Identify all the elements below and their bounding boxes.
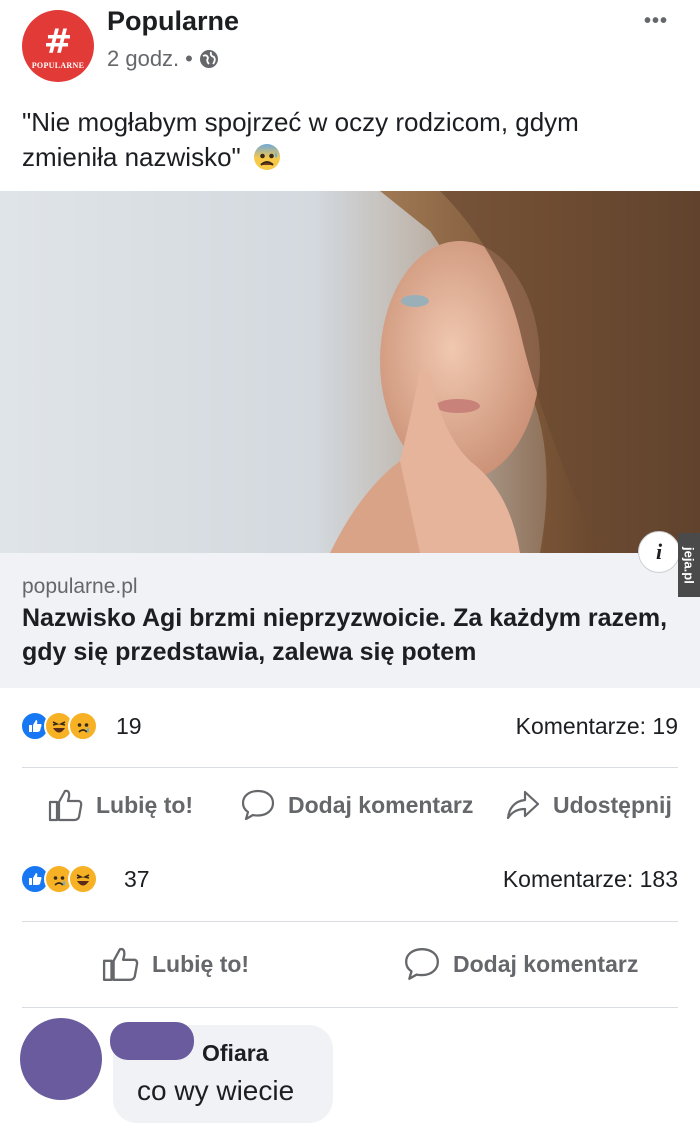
post-header: # POPULARNE Popularne 2 godz. • •••: [0, 0, 700, 95]
reactions-summary[interactable]: 19 Komentarze: 19: [0, 707, 700, 747]
link-preview[interactable]: i popularne.pl Nazwisko Agi brzmi nieprz…: [0, 531, 700, 688]
reaction-count-second: 37: [124, 866, 150, 892]
watermark: jeja.pl: [678, 533, 700, 597]
haha-reaction-icon: [68, 864, 98, 894]
thumbs-up-icon: [102, 947, 139, 981]
reactions-summary-second[interactable]: 37 Komentarze: 183: [0, 860, 700, 900]
like-button-second[interactable]: Lubię to!: [102, 946, 249, 982]
like-button-label: Lubię to!: [152, 950, 250, 977]
comment-button[interactable]: Dodaj komentarz: [240, 788, 473, 822]
page-name[interactable]: Popularne: [107, 6, 239, 37]
sad-reaction-icon: [68, 711, 98, 741]
comment-button-second[interactable]: Dodaj komentarz: [403, 946, 638, 982]
comment-text: co wy wiecie: [137, 1075, 295, 1106]
reaction-count: 19: [116, 713, 142, 739]
link-title[interactable]: Nazwisko Agi brzmi nieprzyzwoicie. Za ka…: [22, 601, 672, 669]
meta-separator: •: [185, 46, 193, 71]
comment-bubble-icon: [241, 789, 275, 821]
comment-button-label: Dodaj komentarz: [453, 950, 639, 977]
share-button[interactable]: Udostępnij: [505, 788, 672, 822]
link-domain: popularne.pl: [22, 575, 138, 598]
reaction-icons-second: [20, 864, 98, 894]
commenter-avatar-redacted[interactable]: [20, 1018, 102, 1100]
like-button-label: Lubię to!: [96, 791, 194, 818]
comment-button-label: Dodaj komentarz: [288, 791, 474, 818]
comment-count-second[interactable]: Komentarze: 183: [503, 866, 678, 893]
post-time[interactable]: 2 godz.: [107, 46, 179, 72]
globe-icon: [199, 50, 218, 68]
post-image[interactable]: [0, 191, 700, 553]
divider: [22, 767, 678, 768]
comment-author[interactable]: Ofiara: [202, 1040, 268, 1067]
anxious-face-icon: [254, 144, 280, 170]
info-button[interactable]: i: [638, 531, 680, 573]
like-button[interactable]: Lubię to!: [48, 788, 193, 822]
divider: [22, 1007, 678, 1008]
thumbs-up-icon: [48, 789, 83, 822]
avatar-brand-text: POPULARNE: [31, 60, 85, 70]
commenter-name-redaction: [110, 1022, 194, 1060]
more-options-icon[interactable]: •••: [644, 10, 668, 33]
hashtag-logo-icon: #: [43, 21, 73, 62]
page-avatar[interactable]: # POPULARNE: [22, 10, 94, 82]
post-meta: 2 godz. •: [107, 46, 219, 72]
divider: [22, 921, 678, 922]
woman-photo-illustration: [330, 191, 700, 553]
comment-bubble-icon: [405, 948, 439, 980]
post-text: "Nie mogłabym spojrzeć w oczy rodzicom, …: [22, 105, 672, 175]
comment-count[interactable]: Komentarze: 19: [516, 713, 678, 740]
share-arrow-icon: [506, 790, 540, 820]
share-button-label: Udostępnij: [553, 791, 672, 818]
post-text-content: "Nie mogłabym spojrzeć w oczy rodzicom, …: [22, 107, 579, 172]
reaction-icons: [20, 711, 98, 741]
